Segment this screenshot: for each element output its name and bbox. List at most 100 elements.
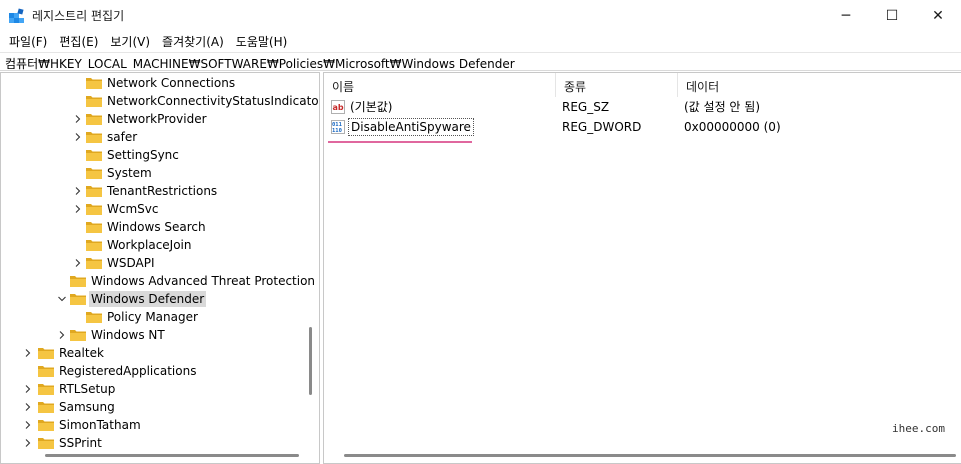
tree-item[interactable]: Samsung <box>1 398 319 416</box>
menu-view[interactable]: 보기(V) <box>104 31 156 51</box>
tree-item[interactable]: SettingSync <box>1 146 319 164</box>
menu-help[interactable]: 도움말(H) <box>230 31 294 51</box>
value-data: 0x00000000 (0) <box>684 120 781 134</box>
folder-icon <box>86 78 102 89</box>
tree-item[interactable]: WorkplaceJoin <box>1 236 319 254</box>
dword-value-icon: 011 110 <box>331 120 345 134</box>
chevron-right-icon[interactable] <box>73 114 83 124</box>
tree-item[interactable]: Windows NT <box>1 326 319 344</box>
chevron-right-icon[interactable] <box>57 330 67 340</box>
tree-item[interactable]: Windows Search <box>1 218 319 236</box>
chevron-down-icon[interactable] <box>57 294 67 304</box>
tree-item[interactable]: Windows Defender <box>1 290 319 308</box>
folder-icon <box>86 222 102 233</box>
folder-icon <box>38 366 54 377</box>
maximize-button[interactable]: ☐ <box>869 0 915 31</box>
menu-file[interactable]: 파일(F) <box>3 31 53 51</box>
close-button[interactable]: ✕ <box>915 0 961 31</box>
folder-icon <box>86 240 102 251</box>
menu-edit[interactable]: 편집(E) <box>53 31 104 51</box>
tree-item-label: SettingSync <box>107 148 179 162</box>
value-data: (값 설정 안 됨) <box>684 100 761 114</box>
folder-icon <box>86 96 102 107</box>
tree-item-label: Network Connections <box>107 76 236 90</box>
tree-item[interactable]: Network Connections <box>1 74 319 92</box>
column-header-type[interactable]: 종류 <box>556 73 678 97</box>
tree-item[interactable]: SSPrint <box>1 434 319 452</box>
tree-item-label: NetworkProvider <box>107 112 207 126</box>
tree-item[interactable]: WSDAPI <box>1 254 319 272</box>
tree-item[interactable]: RTLSetup <box>1 380 319 398</box>
chevron-right-icon[interactable] <box>73 258 83 268</box>
tree-item[interactable]: Windows Advanced Threat Protection <box>1 272 319 290</box>
tree-item-label: System <box>107 166 152 180</box>
tree-horizontal-scrollbar[interactable] <box>45 454 299 457</box>
chevron-right-icon[interactable] <box>23 384 33 394</box>
highlight-underline <box>328 141 472 143</box>
tree-item[interactable]: Policy Manager <box>1 308 319 326</box>
chevron-right-icon[interactable] <box>23 348 33 358</box>
tree-item-label: Windows Search <box>107 220 206 234</box>
folder-icon <box>38 384 54 395</box>
chevron-right-icon[interactable] <box>23 420 33 430</box>
tree-item[interactable]: NetworkConnectivityStatusIndicator <box>1 92 319 110</box>
chevron-right-icon[interactable] <box>73 132 83 142</box>
folder-icon <box>86 312 102 323</box>
string-value-icon: ab <box>331 100 345 114</box>
folder-icon <box>86 132 102 143</box>
tree-item-label: Realtek <box>59 346 104 360</box>
tree-item[interactable]: System <box>1 164 319 182</box>
tree-item[interactable]: NetworkProvider <box>1 110 319 128</box>
list-horizontal-scrollbar[interactable] <box>344 454 956 457</box>
svg-text:ab: ab <box>333 103 344 112</box>
registry-editor-app-icon <box>9 8 24 23</box>
minimize-icon: ─ <box>841 7 851 24</box>
minimize-button[interactable]: ─ <box>823 0 869 31</box>
folder-icon <box>86 168 102 179</box>
chevron-right-icon[interactable] <box>23 438 33 448</box>
value-type: REG_SZ <box>562 100 610 114</box>
tree-item-label: WSDAPI <box>107 256 155 270</box>
value-name: (기본값) <box>350 100 393 114</box>
tree-item-label: SSPrint <box>59 436 102 450</box>
tree-item-label: NetworkConnectivityStatusIndicator <box>107 94 320 108</box>
tree-vertical-scrollbar[interactable] <box>309 327 312 395</box>
folder-open-icon <box>70 294 86 305</box>
tree-item-label: Policy Manager <box>107 310 198 324</box>
chevron-right-icon[interactable] <box>23 402 33 412</box>
tree-item[interactable]: WcmSvc <box>1 200 319 218</box>
value-list-pane[interactable]: 이름 종류 데이터 ab (기본값) REG_SZ (값 설정 안 됨) 011… <box>323 72 961 464</box>
chevron-right-icon[interactable] <box>73 204 83 214</box>
tree-item[interactable]: RegisteredApplications <box>1 362 319 380</box>
watermark: ihee.com <box>892 422 945 435</box>
column-header-data[interactable]: 데이터 <box>678 73 961 97</box>
value-name: DisableAntiSpyware <box>348 118 474 136</box>
tree-item-label: WorkplaceJoin <box>107 238 192 252</box>
menu-favorites[interactable]: 즐겨찾기(A) <box>156 31 230 51</box>
tree-item-label: safer <box>107 130 138 144</box>
svg-text:110: 110 <box>332 128 342 134</box>
key-tree-pane[interactable]: Network Connections NetworkConnectivitySt… <box>0 72 320 464</box>
folder-icon <box>86 258 102 269</box>
folder-icon <box>86 114 102 125</box>
tree-item-label: RTLSetup <box>59 382 116 396</box>
chevron-right-icon[interactable] <box>73 186 83 196</box>
menu-bar: 파일(F) 편집(E) 보기(V) 즐겨찾기(A) 도움말(H) <box>0 31 961 51</box>
window-title: 레지스트리 편집기 <box>32 9 125 23</box>
tree-item[interactable]: SimonTatham <box>1 416 319 434</box>
column-header-name[interactable]: 이름 <box>324 73 556 97</box>
tree-item[interactable]: Realtek <box>1 344 319 362</box>
tree-item[interactable]: TenantRestrictions <box>1 182 319 200</box>
folder-icon <box>86 150 102 161</box>
tree-item[interactable]: safer <box>1 128 319 146</box>
tree-item-label: Windows NT <box>91 328 165 342</box>
title-bar: 레지스트리 편집기 ─ ☐ ✕ <box>0 0 961 31</box>
close-icon: ✕ <box>932 7 944 24</box>
address-bar[interactable]: 컴퓨터₩HKEY_LOCAL_MACHINE₩SOFTWARE₩Policies… <box>0 52 961 71</box>
tree-item-label: SimonTatham <box>59 418 141 432</box>
value-row-selected[interactable]: 011 110 DisableAntiSpyware REG_DWORD 0x0… <box>324 117 961 137</box>
value-row[interactable]: ab (기본값) REG_SZ (값 설정 안 됨) <box>324 97 961 117</box>
folder-icon <box>70 330 86 341</box>
folder-icon <box>38 348 54 359</box>
folder-icon <box>70 276 86 287</box>
